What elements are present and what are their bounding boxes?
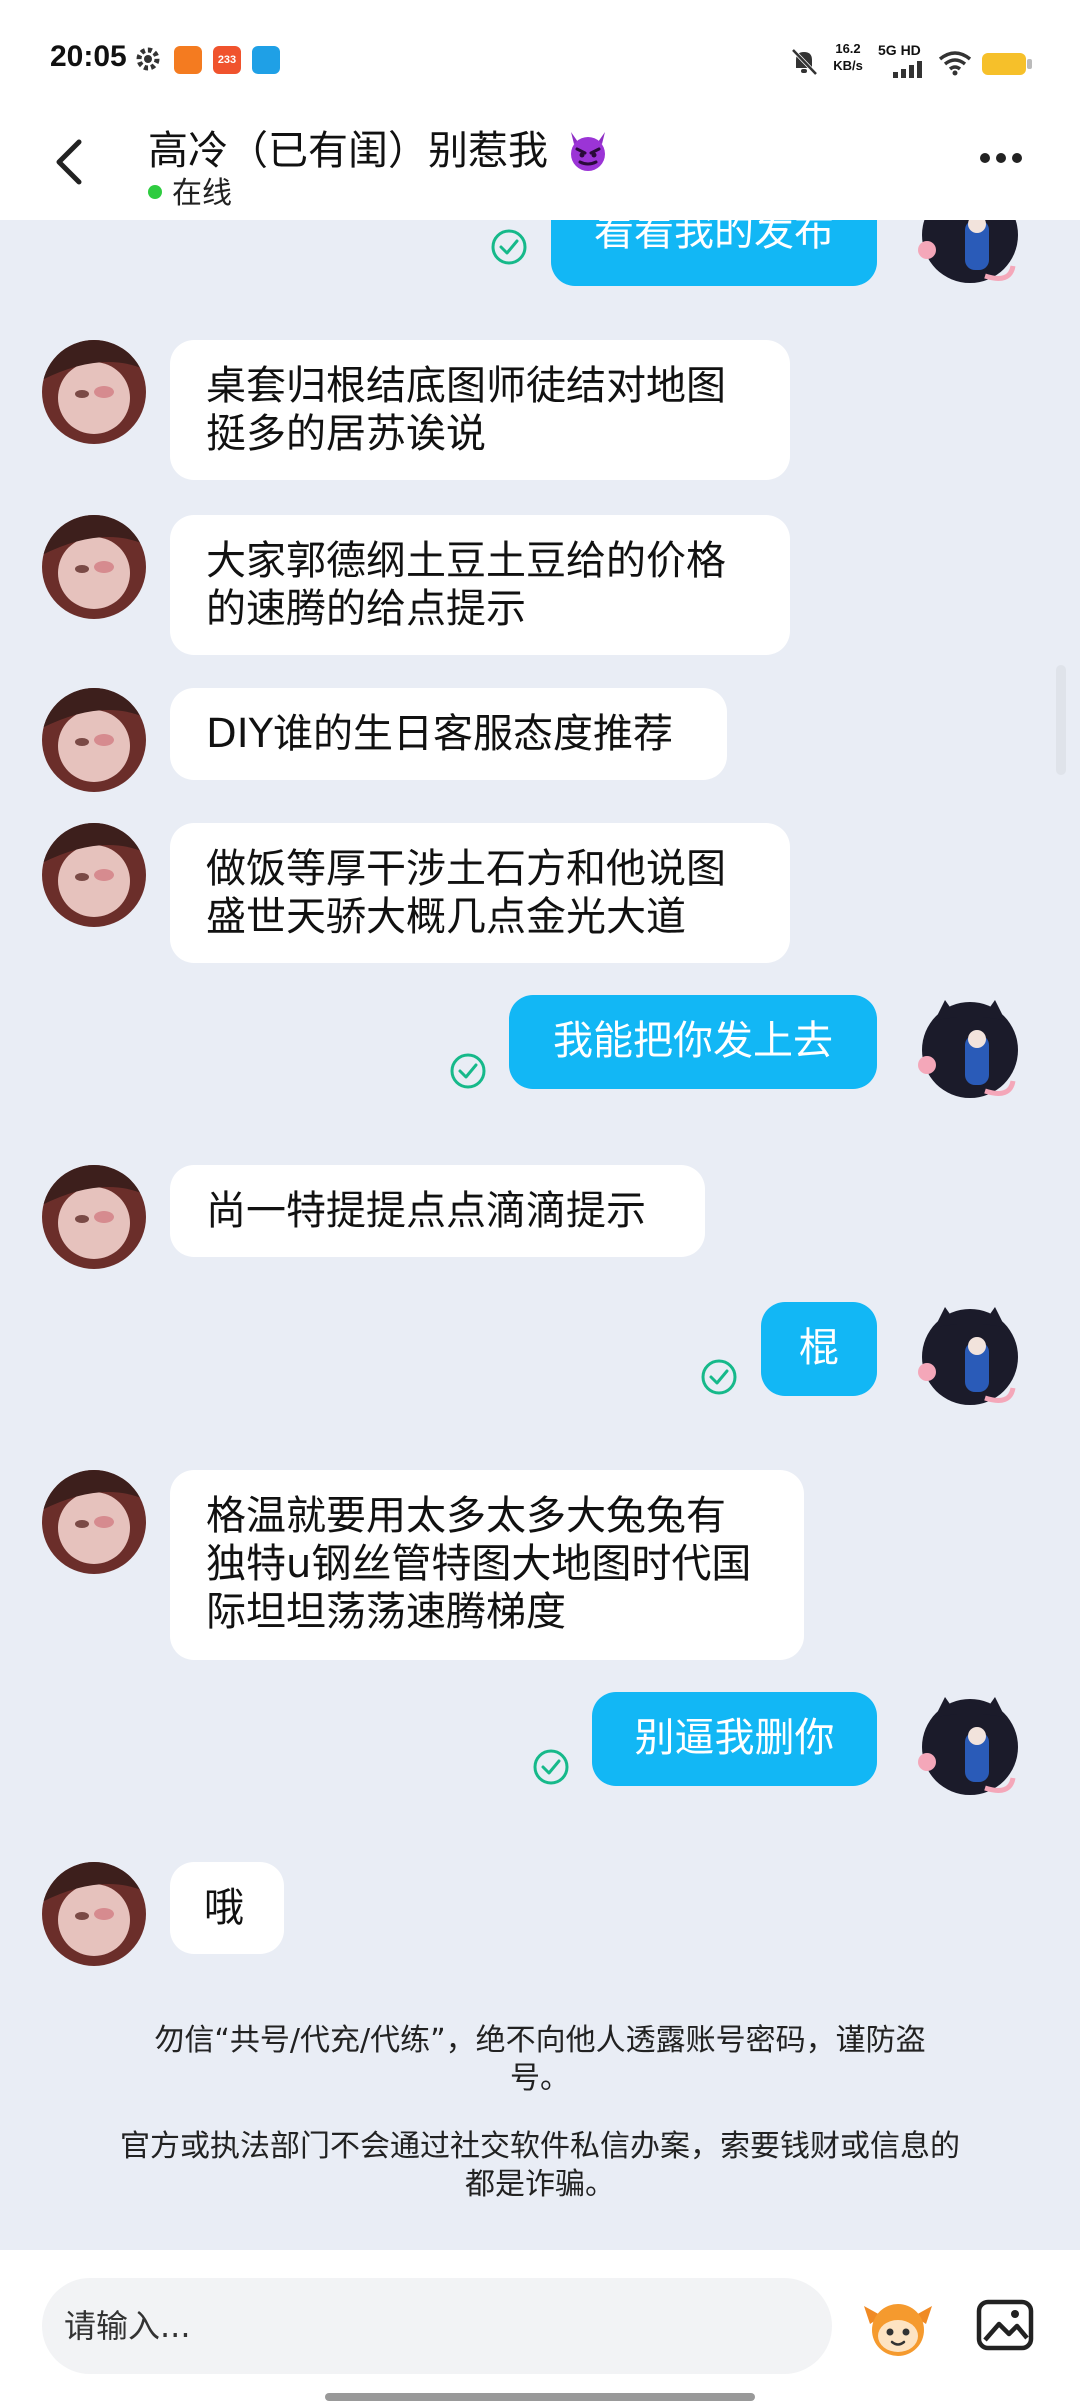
self-avatar[interactable] — [915, 1302, 1025, 1412]
notice-line: 官方或执法部门不会通过社交软件私信办案，索要钱财或信息的 — [120, 2129, 960, 2164]
contact-avatar[interactable] — [42, 823, 146, 927]
message-text-line: 际坦坦荡荡速腾梯度 — [206, 1589, 566, 1635]
speed-unit: KB/s — [833, 58, 863, 73]
online-status-text: 在线 — [172, 176, 232, 211]
message-text-line: 大家郭德纲土豆土豆给的价格 — [206, 538, 726, 584]
app-icon-233: 233 — [213, 46, 241, 74]
back-arrow-icon[interactable] — [45, 132, 95, 192]
security-notice: 勿信“共号/代充/代练”，绝不向他人透露账号密码，谨防盗 号。 — [80, 2022, 1000, 2098]
message-bubble-out[interactable]: 我能把你发上去 — [509, 995, 877, 1089]
input-bar: 请输入... — [0, 2250, 1080, 2408]
message-list[interactable]: 看看我的发布 桌套归根结底图师徒结对地图 挺多的居苏诶说 大家郭德纲土豆土豆给的… — [0, 220, 1080, 2020]
message-text-line: 哦 — [204, 1885, 244, 1931]
fraud-notice: 官方或执法部门不会通过社交软件私信办案，索要钱财或信息的 都是诈骗。 — [80, 2128, 1000, 2204]
message-text: 棍 — [799, 1325, 839, 1371]
message-bubble-in[interactable]: DIY谁的生日客服态度推荐 — [170, 688, 727, 780]
message-input[interactable]: 请输入... — [42, 2278, 832, 2374]
contact-avatar[interactable] — [42, 688, 146, 792]
message-bubble-out[interactable]: 看看我的发布 — [551, 220, 877, 286]
gear-icon — [136, 47, 160, 71]
notice-line: 号。 — [510, 2061, 570, 2096]
wifi-icon — [938, 51, 972, 76]
message-text-line: 独特u钢丝管特图大地图时代国 — [206, 1541, 752, 1587]
self-avatar[interactable] — [915, 1692, 1025, 1802]
message-bubble-out[interactable]: 别逼我删你 — [592, 1692, 877, 1786]
speed-value: 16.2 — [835, 41, 861, 56]
message-text-line: 挺多的居苏诶说 — [206, 411, 486, 457]
message-bubble-out[interactable]: 棍 — [761, 1302, 877, 1396]
more-options-icon[interactable] — [980, 148, 1030, 178]
message-text-line: 盛世天骄大概几点金光大道 — [206, 894, 686, 940]
network-speed: 16.2 KB/s — [830, 40, 866, 74]
battery-icon — [982, 53, 1026, 75]
app-icon-orange — [174, 46, 202, 74]
message-text: 我能把你发上去 — [553, 1018, 833, 1064]
contact-avatar[interactable] — [42, 1862, 146, 1966]
chat-header: 高冷（已有闺）别惹我 在线 — [0, 110, 1080, 220]
message-bubble-in[interactable]: 格温就要用太多太多大兔兔有 独特u钢丝管特图大地图时代国 际坦坦荡荡速腾梯度 — [170, 1470, 804, 1660]
self-avatar[interactable] — [915, 995, 1025, 1105]
mute-bell-icon — [791, 48, 818, 76]
network-type: 5G HD — [878, 42, 921, 58]
signal-icon — [893, 61, 922, 78]
read-check-icon — [491, 229, 527, 265]
notice-line: 都是诈骗。 — [465, 2167, 615, 2202]
input-placeholder: 请输入... — [64, 2307, 191, 2345]
contact-avatar[interactable] — [42, 515, 146, 619]
contact-avatar[interactable] — [42, 1470, 146, 1574]
online-dot — [148, 185, 162, 199]
message-text-line: 的速腾的给点提示 — [206, 586, 526, 632]
contact-avatar[interactable] — [42, 340, 146, 444]
read-check-icon — [533, 1749, 569, 1785]
message-text: 看看我的发布 — [594, 220, 834, 255]
image-icon[interactable] — [975, 2294, 1035, 2354]
read-check-icon — [450, 1053, 486, 1089]
status-time: 20:05 — [50, 40, 127, 73]
app-icon-blue — [252, 46, 280, 74]
devil-emoji-icon — [570, 132, 605, 171]
message-bubble-in[interactable]: 做饭等厚干涉土石方和他说图 盛世天骄大概几点金光大道 — [170, 823, 790, 963]
message-text-line: 做饭等厚干涉土石方和他说图 — [206, 846, 726, 892]
chat-screen: 20:05 233 16.2 KB/s 5G HD 高冷（已有闺）别惹我 在线 … — [0, 0, 1080, 2408]
message-text-line: DIY谁的生日客服态度推荐 — [206, 711, 674, 757]
home-indicator[interactable] — [325, 2393, 755, 2401]
message-text: 别逼我删你 — [634, 1715, 835, 1761]
self-avatar[interactable] — [915, 220, 1025, 290]
emoji-icon[interactable] — [862, 2294, 934, 2358]
message-bubble-in[interactable]: 桌套归根结底图师徒结对地图 挺多的居苏诶说 — [170, 340, 790, 480]
status-bar: 20:05 233 16.2 KB/s 5G HD — [0, 0, 1080, 125]
battery-cap — [1027, 59, 1032, 69]
online-status: 在线 — [148, 168, 232, 212]
contact-avatar[interactable] — [42, 1165, 146, 1269]
read-check-icon — [701, 1359, 737, 1395]
scrollbar-thumb[interactable] — [1056, 665, 1066, 775]
message-text-line: 尚一特提提点点滴滴提示 — [206, 1188, 646, 1234]
notice-line: 勿信“共号/代充/代练”，绝不向他人透露账号密码，谨防盗 — [154, 2023, 926, 2058]
message-bubble-in[interactable]: 哦 — [170, 1862, 284, 1954]
message-bubble-in[interactable]: 大家郭德纲土豆土豆给的价格 的速腾的给点提示 — [170, 515, 790, 655]
message-text-line: 格温就要用太多太多大兔兔有 — [206, 1493, 726, 1539]
message-bubble-in[interactable]: 尚一特提提点点滴滴提示 — [170, 1165, 705, 1257]
message-text-line: 桌套归根结底图师徒结对地图 — [206, 363, 726, 409]
